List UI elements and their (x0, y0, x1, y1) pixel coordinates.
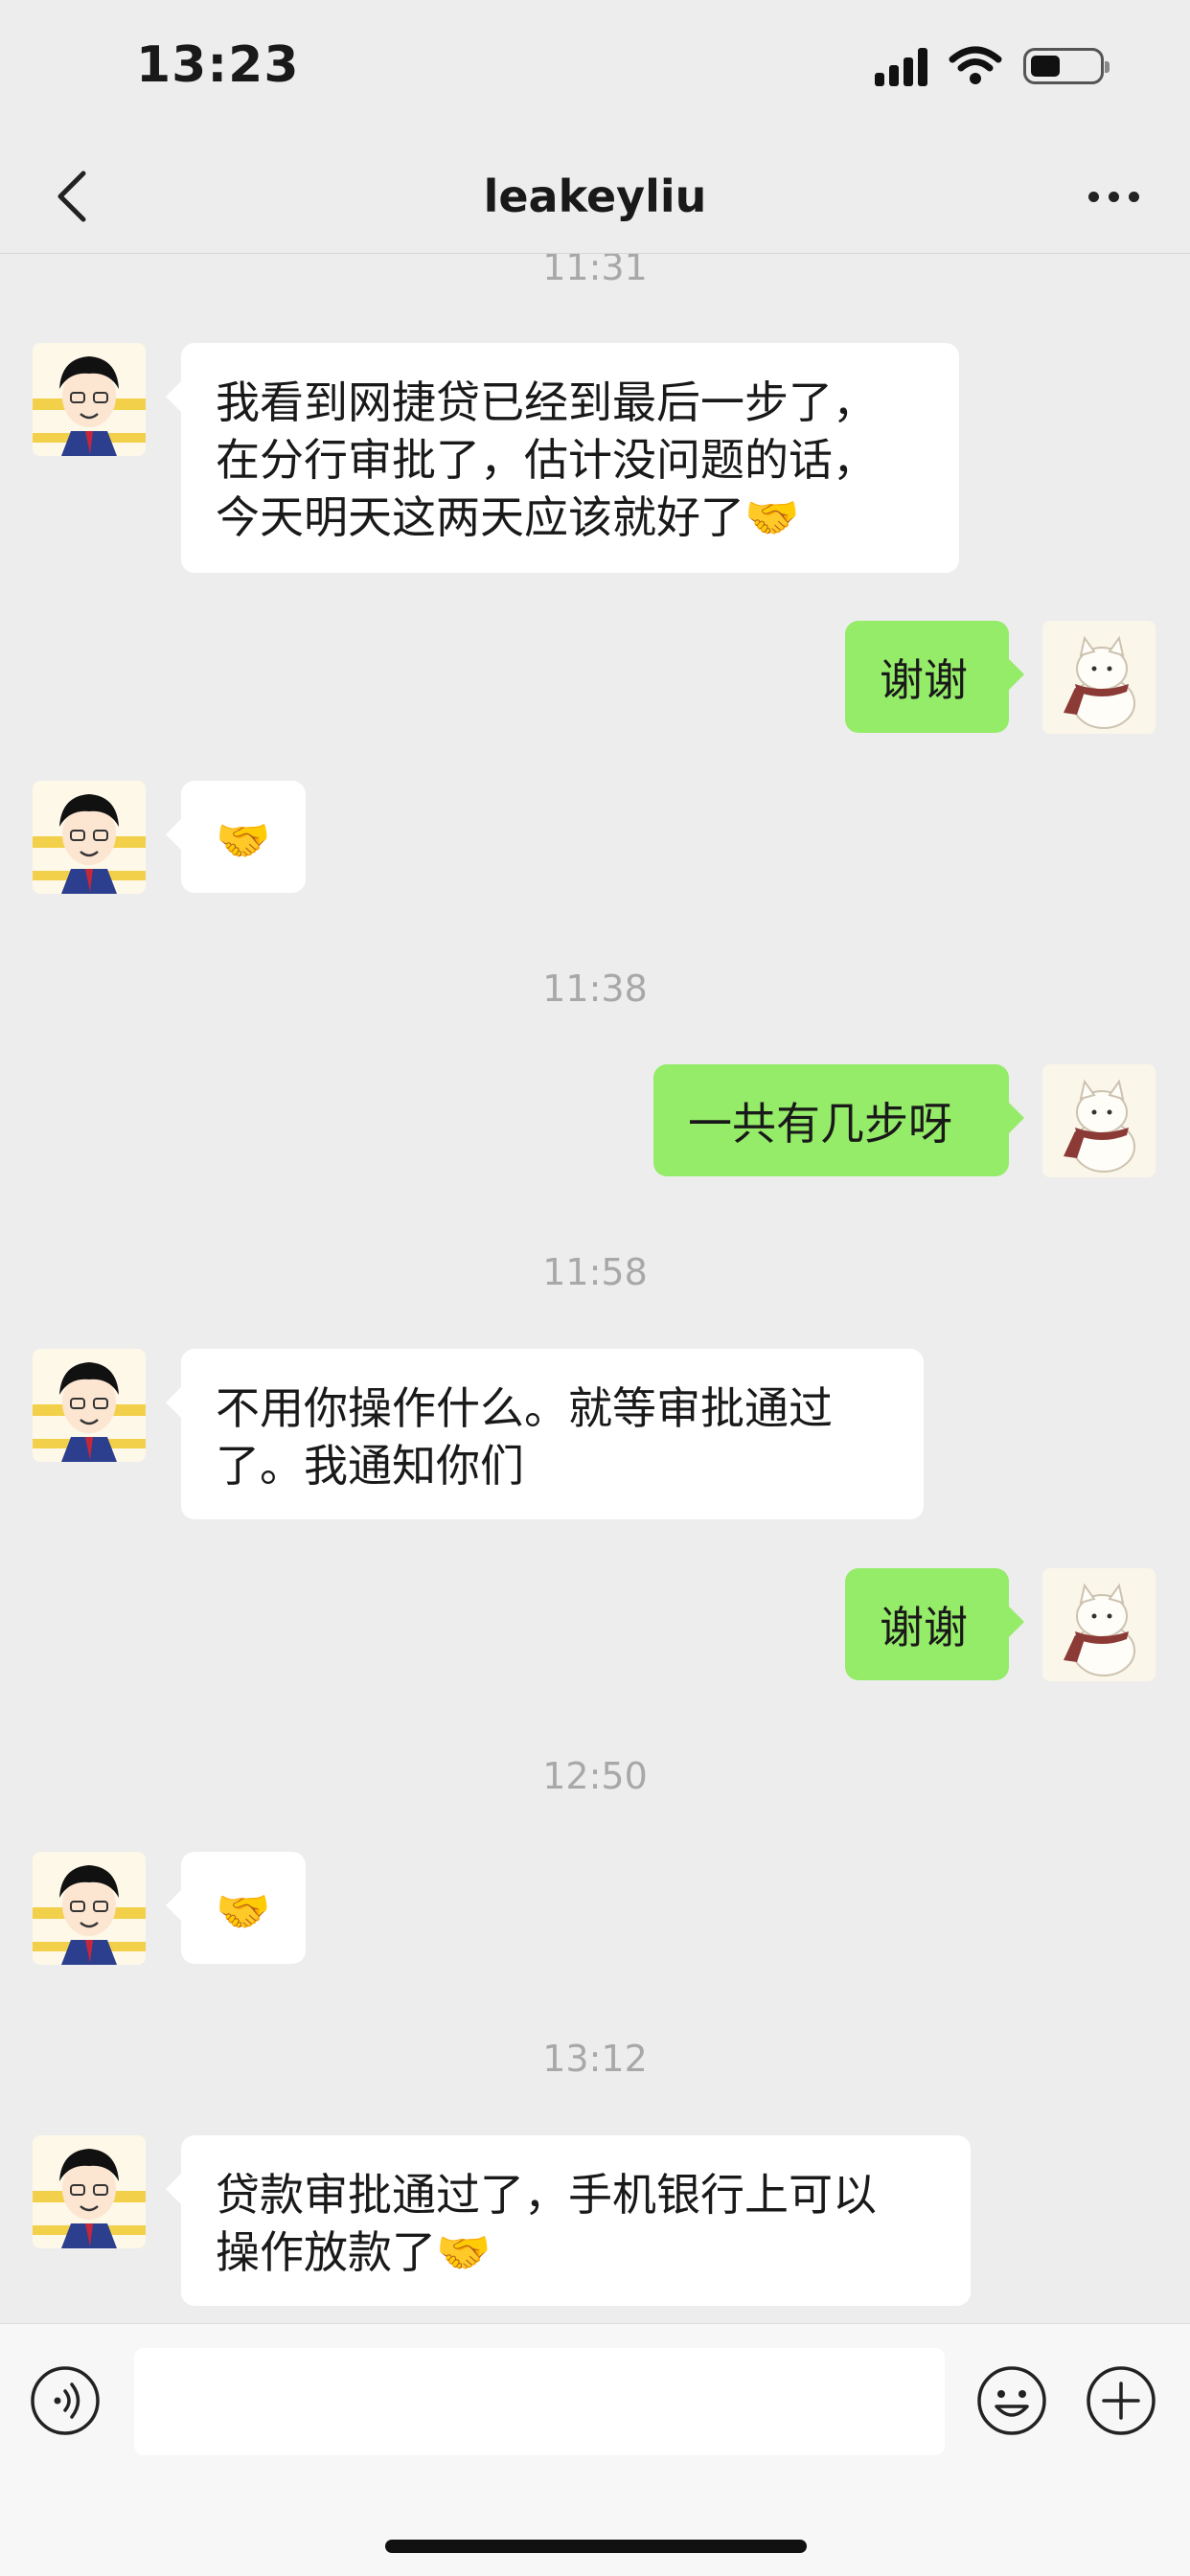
message-bubble[interactable]: 不用你操作什么。就等审批通过 了。我通知你们 (166, 1349, 924, 1519)
contact-avatar[interactable] (33, 1852, 146, 1965)
message-bubble[interactable]: 谢谢 (845, 1568, 1024, 1680)
message-bubble[interactable]: 我看到网捷贷已经到最后一步了， 在分行审批了，估计没问题的话， 今天明天这两天应… (166, 343, 959, 573)
voice-icon (31, 2366, 100, 2435)
more-dots-icon[interactable] (1075, 163, 1152, 230)
contact-avatar[interactable] (33, 343, 146, 456)
input-bar (0, 2323, 1190, 2576)
contact-avatar[interactable] (33, 2135, 146, 2248)
my-avatar[interactable] (1042, 1064, 1156, 1177)
my-avatar[interactable] (1042, 621, 1156, 734)
battery-icon (1023, 48, 1110, 84)
emoji-icon (977, 2366, 1046, 2435)
nav-bar: leakeyliu (0, 144, 1190, 254)
timestamp: 12:50 (542, 1755, 648, 1797)
timestamp: 11:31 (542, 254, 648, 288)
emoji-button[interactable] (975, 2364, 1048, 2437)
signal-icon (875, 46, 927, 86)
message-input[interactable] (134, 2348, 945, 2455)
status-time: 13:23 (136, 36, 300, 94)
voice-button[interactable] (29, 2364, 102, 2437)
timestamp: 11:38 (542, 968, 648, 1010)
message-bubble[interactable]: 🤝 (166, 781, 306, 893)
my-avatar[interactable] (1042, 1568, 1156, 1681)
wifi-icon (949, 46, 1002, 84)
home-indicator (385, 2540, 807, 2553)
contact-avatar[interactable] (33, 781, 146, 894)
plus-icon (1087, 2366, 1156, 2435)
timestamp: 11:58 (542, 1251, 648, 1293)
message-bubble[interactable]: 一共有几步呀 (653, 1064, 1024, 1176)
message-bubble[interactable]: 贷款审批通过了，手机银行上可以 操作放款了🤝 (166, 2135, 971, 2306)
status-icons (875, 46, 1110, 86)
status-bar: 13:23 (0, 0, 1190, 144)
plus-button[interactable] (1085, 2364, 1157, 2437)
chat-area[interactable]: 11:31 我看到网捷贷已经到最后一步了， 在分行审批了，估计没问题的话， 今天… (0, 254, 1190, 2323)
message-bubble[interactable]: 谢谢 (845, 621, 1024, 733)
timestamp: 13:12 (542, 2038, 648, 2080)
contact-avatar[interactable] (33, 1349, 146, 1462)
chat-title: leakeyliu (483, 171, 707, 222)
message-bubble[interactable]: 🤝 (166, 1852, 306, 1964)
